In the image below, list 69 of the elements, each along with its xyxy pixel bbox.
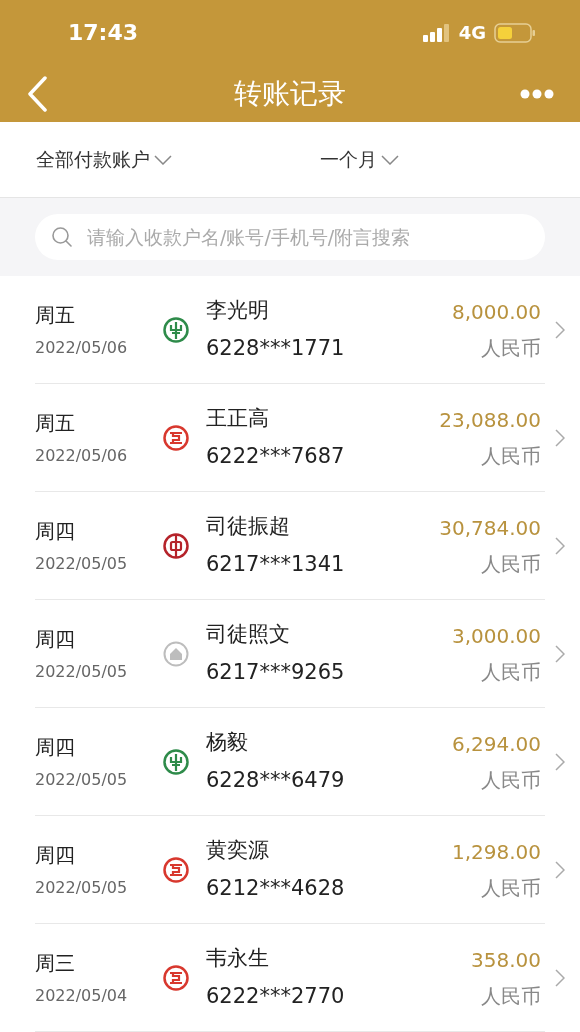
transfer-row[interactable]: 周五 2022/05/06 王正高 6222***7687 23,088.00 人民币: [35, 384, 545, 492]
chevron-right-icon: [555, 752, 565, 771]
back-icon: [26, 75, 48, 112]
transfer-row[interactable]: 周四 2022/05/05 司徒照文 6217***9265 3,000.00 人民币: [35, 600, 545, 708]
payee-name: 韦永生: [206, 945, 270, 972]
chevron-right-icon: [555, 644, 565, 663]
payee-name: 杨毅: [206, 729, 249, 756]
chevron-down-icon: [381, 154, 399, 165]
chevron-right-icon: [555, 428, 565, 447]
amount-label: 358.00: [471, 946, 541, 974]
payee-name: 黄奕源: [206, 837, 270, 864]
currency-label: 人民币: [481, 766, 541, 794]
chevron-right-icon: [555, 860, 565, 879]
payee-name: 王正高: [206, 405, 270, 432]
weekday-label: 周五: [35, 409, 76, 437]
transfer-row[interactable]: 周五 2022/05/06 李光明 6228***1771 8,000.00 人民币: [35, 276, 545, 384]
currency-label: 人民币: [481, 874, 541, 902]
chevron-right-icon: [555, 968, 565, 987]
payee-name: 司徒照文: [206, 621, 291, 648]
amount-label: 1,298.00: [451, 838, 541, 866]
account-number: 6212***4628: [206, 874, 346, 902]
chevron-down-icon: [154, 154, 172, 165]
currency-label: 人民币: [481, 982, 541, 1010]
signal-icon: [422, 23, 451, 42]
weekday-label: 周四: [35, 517, 76, 545]
weekday-label: 周三: [35, 949, 76, 977]
search-icon: [51, 226, 73, 248]
amount-label: 30,784.00: [439, 514, 541, 542]
weekday-label: 周四: [35, 841, 76, 869]
clock: 17:43: [68, 19, 139, 47]
weekday-label: 周四: [35, 733, 76, 761]
chevron-right-icon: [555, 320, 565, 339]
filter-dropdown[interactable]: 一个月: [320, 145, 399, 174]
date-label: 2022/05/05: [35, 876, 129, 899]
currency-label: 人民币: [481, 550, 541, 578]
amount-label: 8,000.00: [451, 298, 541, 326]
account-number: 6217***9265: [206, 658, 346, 686]
weekday-label: 周五: [35, 301, 76, 329]
account-number: 6222***2770: [206, 982, 346, 1010]
currency-label: 人民币: [481, 442, 541, 470]
amount-label: 6,294.00: [451, 730, 541, 758]
account-number: 6222***7687: [206, 442, 346, 470]
page-title: 转账记录: [234, 75, 346, 112]
more-icon: [520, 88, 554, 99]
transfer-row[interactable]: 周四 2022/05/05 司徒振超 6217***1341 30,784.00 人民币: [35, 492, 545, 600]
transfer-row[interactable]: 周三 2022/05/04 韦永生 6222***2770 358.00 人民币: [35, 924, 545, 1032]
account-number: 6217***1341: [206, 550, 346, 578]
currency-label: 人民币: [481, 334, 541, 362]
payee-name: 司徒振超: [206, 513, 291, 540]
weekday-label: 周四: [35, 625, 76, 653]
chevron-right-icon: [555, 536, 565, 555]
battery-icon: [494, 22, 536, 43]
currency-label: 人民币: [481, 658, 541, 686]
account-number: 6228***1771: [206, 334, 346, 362]
transfer-row[interactable]: 周四 2022/05/05 杨毅 6228***6479 6,294.00 人民币: [35, 708, 545, 816]
date-label: 2022/05/04: [35, 984, 129, 1007]
date-label: 2022/05/05: [35, 552, 129, 575]
payee-name: 李光明: [206, 297, 270, 324]
network-label: 4G: [458, 21, 486, 45]
date-label: 2022/05/05: [35, 660, 129, 683]
amount-label: 23,088.00: [439, 406, 541, 434]
date-label: 2022/05/05: [35, 768, 129, 791]
date-label: 2022/05/06: [35, 336, 129, 359]
transfer-row[interactable]: 周四 2022/05/05 黄奕源 6212***4628 1,298.00 人民币: [35, 816, 545, 924]
filter-dropdown[interactable]: 全部付款账户: [36, 145, 320, 174]
search-field[interactable]: 请输入收款户名/账号/手机号/附言搜索: [35, 214, 545, 260]
date-label: 2022/05/06: [35, 444, 129, 467]
account-number: 6228***6479: [206, 766, 346, 794]
amount-label: 3,000.00: [451, 622, 541, 650]
